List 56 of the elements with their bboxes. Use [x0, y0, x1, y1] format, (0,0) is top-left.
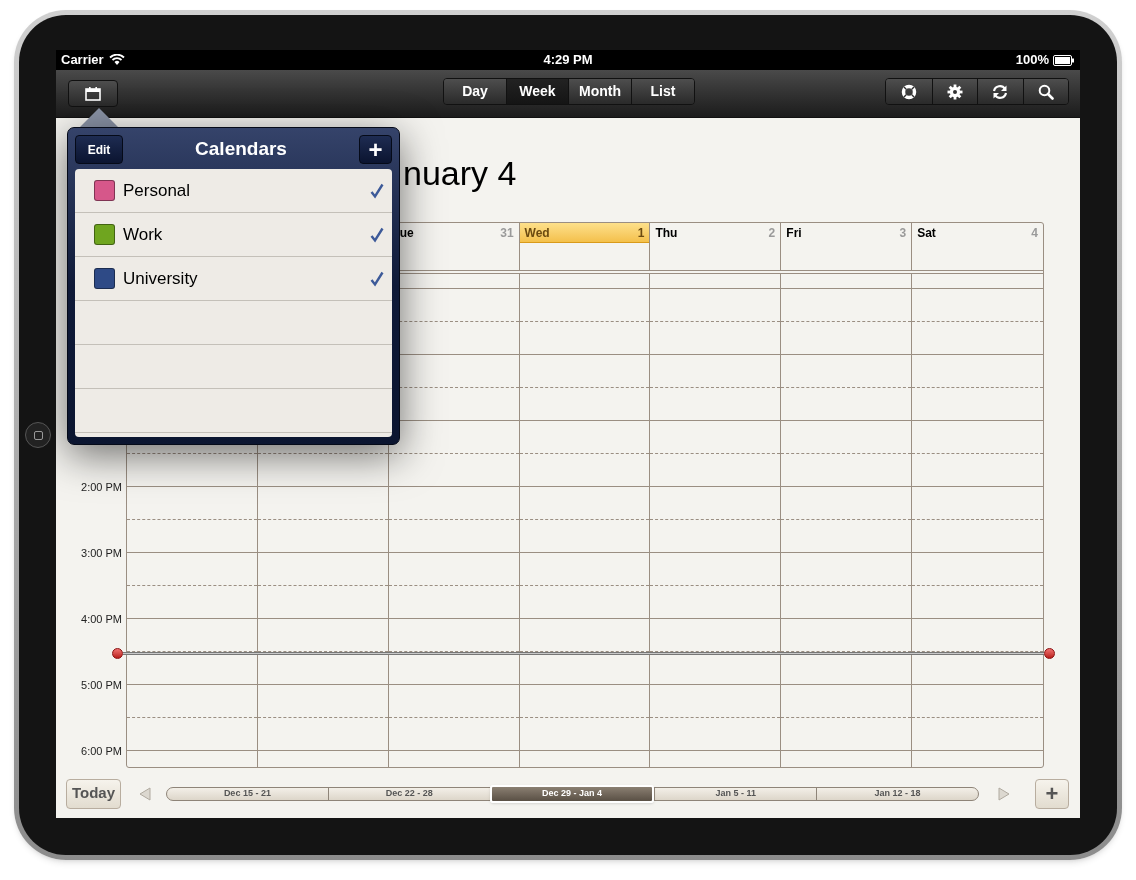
battery-icon — [1053, 54, 1075, 66]
day-name: Wed — [524, 224, 550, 242]
day-name: ue — [399, 225, 414, 242]
view-tab[interactable]: List — [631, 79, 694, 104]
day-name: Fri — [786, 225, 802, 242]
week-range[interactable]: Jan 12 - 18 — [816, 787, 978, 800]
view-tab[interactable]: Month — [568, 79, 631, 104]
calendar-row[interactable]: University — [75, 257, 392, 301]
add-calendar-button[interactable]: + — [359, 135, 392, 164]
settings-button[interactable] — [931, 79, 977, 104]
view-tab[interactable]: Week — [506, 79, 568, 104]
battery-percent: 100% — [1015, 51, 1049, 70]
wifi-icon — [108, 54, 125, 66]
calendar-name: Work — [123, 223, 163, 246]
day-number: 2 — [768, 225, 776, 242]
day-name: Sat — [917, 225, 936, 242]
time-label: 4:00 PM — [81, 611, 122, 627]
day-number: 1 — [637, 224, 645, 242]
week-title: nuary 4 — [403, 153, 517, 193]
calendar-name: Personal — [123, 179, 191, 202]
carrier-label: Carrier — [61, 51, 104, 70]
popover-title: Calendars — [195, 137, 287, 162]
settings-icon — [946, 83, 963, 100]
calendar-icon — [85, 86, 101, 101]
help-button[interactable] — [886, 79, 932, 104]
calendar-row[interactable]: Personal — [75, 169, 392, 213]
day-number: 4 — [1031, 225, 1038, 242]
week-range[interactable]: Jan 5 - 11 — [654, 787, 817, 800]
today-button[interactable]: Today — [66, 778, 121, 809]
time-label: 6:00 PM — [81, 743, 122, 759]
week-range[interactable]: Dec 15 - 21 — [167, 787, 328, 800]
refresh-button[interactable] — [977, 79, 1023, 104]
day-header[interactable]: Thu 2 — [650, 223, 781, 243]
day-header[interactable]: Wed 1 — [519, 223, 650, 243]
time-label: 3:00 PM — [81, 545, 122, 561]
search-icon — [1037, 83, 1054, 100]
status-time: 4:29 PM — [543, 51, 593, 70]
day-header[interactable]: Sat 4 — [912, 223, 1043, 243]
refresh-icon — [991, 83, 1010, 100]
day-header[interactable]: Fri 3 — [781, 223, 912, 243]
week-range[interactable]: Dec 29 - Jan 4 — [489, 784, 655, 803]
week-range[interactable]: Dec 22 - 28 — [327, 787, 490, 800]
time-label: 2:00 PM — [81, 479, 122, 495]
view-tab[interactable]: Day — [444, 79, 506, 104]
edit-button[interactable]: Edit — [75, 135, 123, 164]
home-button[interactable] — [25, 422, 51, 448]
calendars-button[interactable] — [68, 80, 118, 107]
add-event-button[interactable]: + — [1035, 778, 1069, 809]
time-label: 5:00 PM — [81, 677, 122, 693]
calendar-row[interactable]: Work — [75, 213, 392, 257]
day-name: Thu — [655, 225, 678, 242]
day-number: 3 — [899, 225, 907, 242]
search-button[interactable] — [1022, 79, 1068, 104]
calendar-name: University — [123, 267, 198, 290]
day-number: 31 — [500, 225, 514, 242]
lifebuoy-icon — [900, 83, 917, 100]
